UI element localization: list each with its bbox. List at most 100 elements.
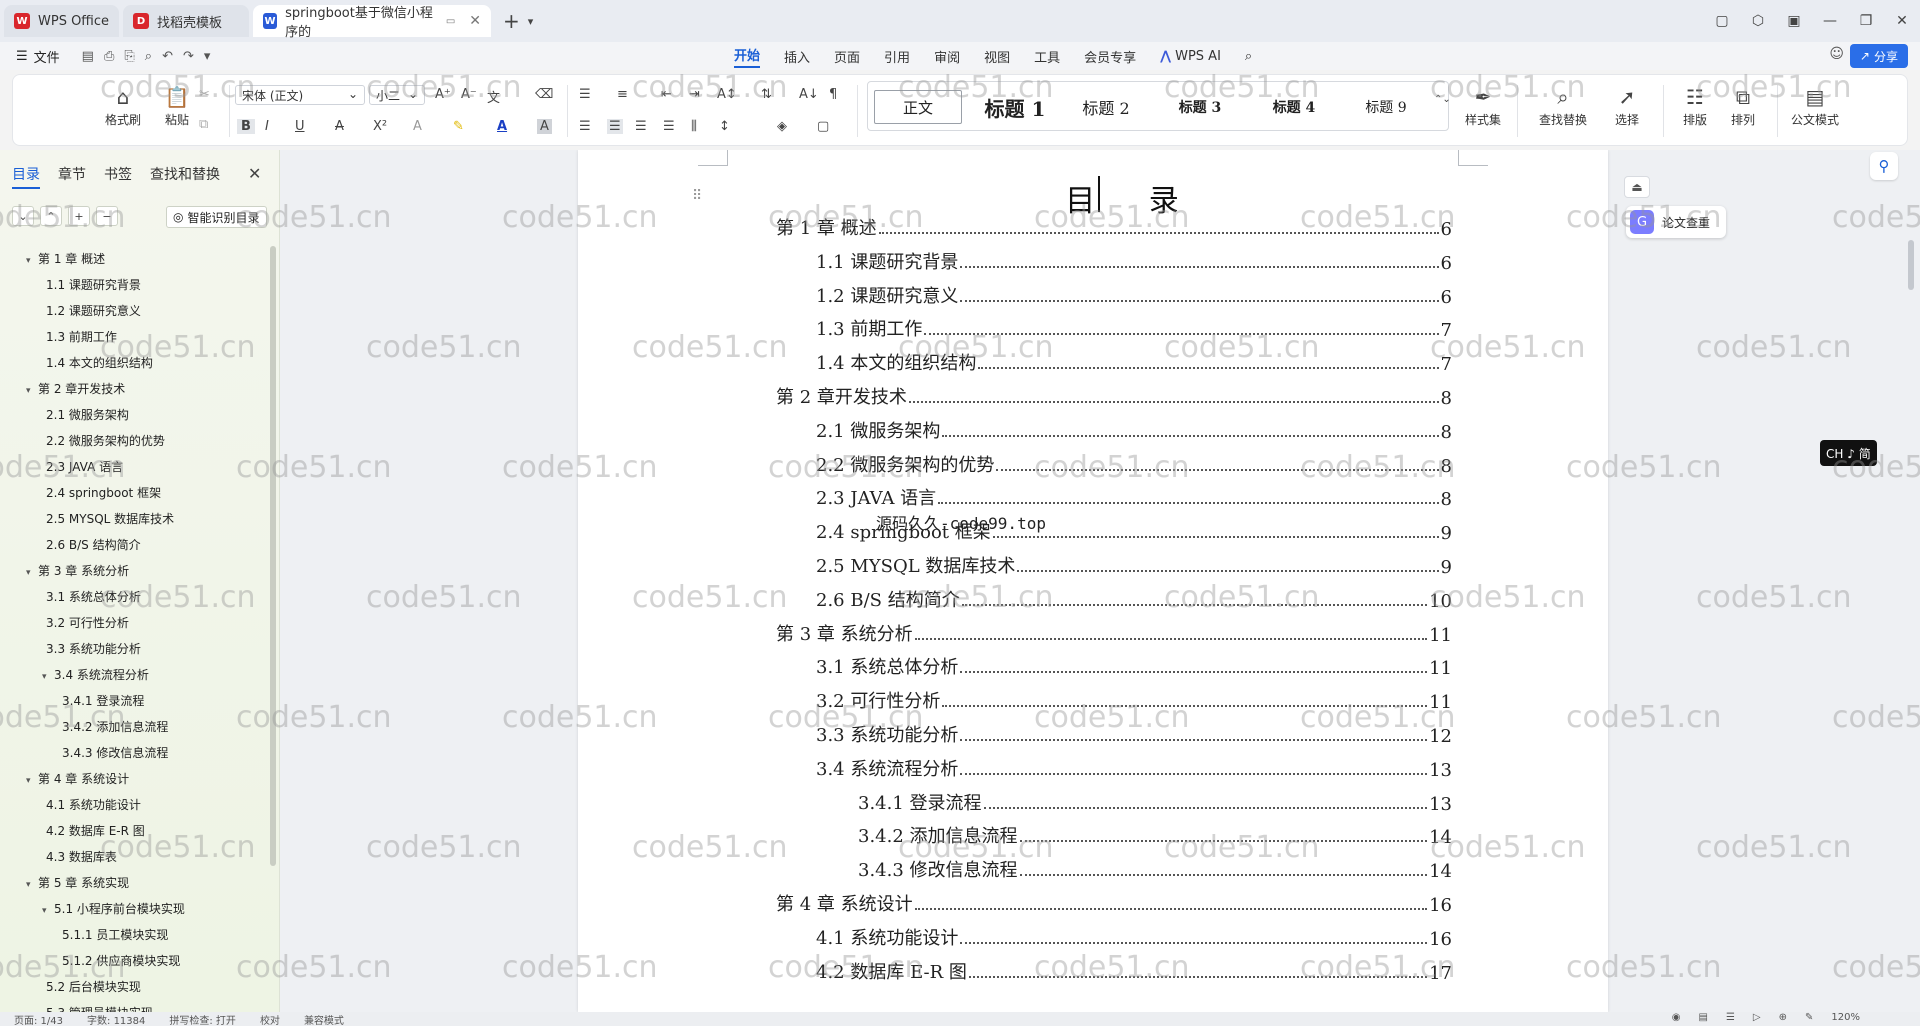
- toc-tree-item[interactable]: ▾ 3.4 系统流程分析: [0, 662, 270, 688]
- collapse-icon[interactable]: ⌄: [12, 206, 34, 226]
- toc-tree-item[interactable]: 2.5 MYSQL 数据库技术: [0, 506, 270, 532]
- chevron-down-icon[interactable]: ▾: [26, 768, 38, 794]
- increase-indent-icon[interactable]: ⇥: [689, 87, 700, 102]
- zoom-level[interactable]: 120%: [1831, 1012, 1860, 1023]
- toc-entry[interactable]: 3.4.2 添加信息流程 14: [858, 814, 1452, 848]
- grow-font-icon[interactable]: A⁺: [435, 87, 451, 102]
- toc-tree-item[interactable]: 3.4.3 修改信息流程: [0, 740, 270, 766]
- toc-tree-item[interactable]: 5.1.1 员工模块实现: [0, 922, 270, 948]
- file-menu[interactable]: ☰ 文件: [16, 47, 60, 66]
- status-words[interactable]: 字数: 11384: [87, 1012, 145, 1026]
- tab-tools[interactable]: 工具: [1034, 47, 1060, 66]
- tab-docer[interactable]: D 找稻壳模板: [123, 5, 250, 37]
- toc-tree-item[interactable]: 1.1 课题研究背景: [0, 272, 270, 298]
- toc-tree-item[interactable]: 3.1 系统总体分析: [0, 584, 270, 610]
- toc-entry[interactable]: 1.4 本文的组织结构 7: [816, 341, 1452, 375]
- select-button[interactable]: ➚ 选择: [1597, 75, 1657, 128]
- style-scroll-icon[interactable]: ⌃⌄: [1434, 94, 1451, 105]
- layout-icon[interactable]: ▢: [1704, 13, 1740, 29]
- tab-member[interactable]: 会员专享: [1084, 47, 1136, 66]
- phonetic-icon[interactable]: 文: [487, 87, 500, 106]
- close-tab-icon[interactable]: ✕: [469, 13, 481, 29]
- toc-entry[interactable]: 4.2 数据库 E-R 图 17: [816, 950, 1452, 984]
- chevron-down-icon[interactable]: ▾: [26, 872, 38, 898]
- style-heading-1[interactable]: 标题 1: [972, 90, 1058, 124]
- chevron-down-icon[interactable]: ▾: [26, 560, 38, 586]
- underline-icon[interactable]: U: [295, 119, 305, 134]
- remove-icon[interactable]: −: [96, 206, 118, 226]
- nav-tab-bookmarks[interactable]: 书签: [104, 164, 132, 189]
- toc-tree-item[interactable]: 2.3 JAVA 语言: [0, 454, 270, 480]
- style-normal[interactable]: 正文: [874, 90, 962, 124]
- play-icon[interactable]: ▷: [1753, 1012, 1761, 1023]
- toc-tree-item[interactable]: ▾ 第 1 章 概述: [0, 246, 270, 272]
- align-left-icon[interactable]: ☰: [579, 119, 591, 134]
- text-direction-icon[interactable]: A↕: [717, 87, 737, 102]
- toc-tree-item[interactable]: ▾ 第 2 章开发技术: [0, 376, 270, 402]
- tab-insert[interactable]: 插入: [784, 47, 810, 66]
- toc-entry[interactable]: 2.6 B/S 结构简介 10: [816, 578, 1452, 612]
- style-heading-3[interactable]: 标题 3: [1158, 90, 1242, 124]
- toc-tree-item[interactable]: ▾ 5.1 小程序前台模块实现: [0, 896, 270, 922]
- restore-icon[interactable]: ❐: [1848, 13, 1884, 29]
- chevron-down-icon[interactable]: ▾: [26, 378, 38, 404]
- smart-toc-button[interactable]: ◎ 智能识别目录: [166, 206, 267, 228]
- tab-view[interactable]: 视图: [984, 47, 1010, 66]
- redo-icon[interactable]: ↷: [183, 49, 194, 64]
- customize-icon[interactable]: ▾: [204, 49, 211, 64]
- web-view-icon[interactable]: ⊕: [1779, 1012, 1787, 1023]
- save-icon[interactable]: ▤: [82, 49, 94, 64]
- toc-entry[interactable]: 3.4 系统流程分析 13: [816, 747, 1452, 781]
- scrollbar[interactable]: [1908, 240, 1914, 290]
- align-right-icon[interactable]: ☰: [635, 119, 647, 134]
- toc-entry[interactable]: 2.2 微服务架构的优势 8: [816, 443, 1452, 477]
- bullet-list-icon[interactable]: ☰: [579, 87, 591, 102]
- toc-entry[interactable]: 3.4.3 修改信息流程 14: [858, 848, 1452, 882]
- toc-entry[interactable]: 第 2 章开发技术 8: [776, 375, 1452, 409]
- toc-entry[interactable]: 2.5 MYSQL 数据库技术 9: [816, 544, 1452, 578]
- toc-tree-item[interactable]: ▾ 第 3 章 系统分析: [0, 558, 270, 584]
- clear-format-icon[interactable]: ⌫: [535, 87, 553, 102]
- italic-icon[interactable]: I: [265, 119, 269, 134]
- superscript-icon[interactable]: X²: [373, 119, 387, 134]
- style-heading-9[interactable]: 标题 9: [1344, 90, 1428, 124]
- toc-entry[interactable]: 2.3 JAVA 语言 8: [816, 476, 1452, 510]
- tab-wps-office[interactable]: W WPS Office: [4, 5, 120, 37]
- toc-entry[interactable]: 1.3 前期工作 7: [816, 307, 1452, 341]
- official-mode-button[interactable]: ▤ 公文模式: [1783, 75, 1847, 128]
- toc-tree-item[interactable]: 4.3 数据库表: [0, 844, 270, 870]
- strikethrough-icon[interactable]: A: [335, 119, 344, 134]
- eye-icon[interactable]: ◉: [1672, 1012, 1681, 1023]
- copy-icon[interactable]: ⧉: [199, 117, 208, 132]
- toc-tree-item[interactable]: 1.2 课题研究意义: [0, 298, 270, 324]
- minimize-icon[interactable]: —: [1812, 13, 1848, 29]
- toc-tree-item[interactable]: 3.2 可行性分析: [0, 610, 270, 636]
- close-icon[interactable]: ✕: [248, 164, 261, 183]
- tab-page[interactable]: 页面: [834, 47, 860, 66]
- toc-tree-item[interactable]: ▾ 第 5 章 系统实现: [0, 870, 270, 896]
- paper-check-button[interactable]: G 论文查重: [1626, 206, 1726, 238]
- style-heading-2[interactable]: 标题 2: [1064, 90, 1148, 124]
- bold-icon[interactable]: B: [237, 119, 255, 134]
- tab-home[interactable]: 开始: [734, 45, 761, 68]
- chevron-down-icon[interactable]: ▾: [528, 15, 534, 28]
- scrollbar[interactable]: [270, 246, 276, 866]
- toc-tree-item[interactable]: 2.6 B/S 结构简介: [0, 532, 270, 558]
- decrease-indent-icon[interactable]: ⇤: [661, 87, 672, 102]
- toc-entry[interactable]: 4.1 系统功能设计 16: [816, 916, 1452, 950]
- toc-entry[interactable]: 3.2 可行性分析 11: [816, 679, 1452, 713]
- document-page[interactable]: ⠿ 目 录 第 1 章 概述 6 1.1 课题研究背景 6 1.2 课题研究意义 6 1.3…: [578, 150, 1608, 1012]
- show-marks-icon[interactable]: ¶: [829, 87, 837, 102]
- shrink-font-icon[interactable]: A⁻: [461, 87, 477, 102]
- chevron-down-icon[interactable]: ▾: [42, 898, 54, 924]
- paste-button[interactable]: 📋 粘贴: [147, 75, 207, 128]
- status-page[interactable]: 页面: 1/43: [14, 1012, 63, 1026]
- toc-tree-item[interactable]: 2.4 springboot 框架: [0, 480, 270, 506]
- align-center-icon[interactable]: ☰: [607, 119, 623, 134]
- toc-tree-item[interactable]: 5.2 后台模块实现: [0, 974, 270, 1000]
- toc-tree-item[interactable]: 3.4.1 登录流程: [0, 688, 270, 714]
- collapse-up-icon[interactable]: ⏏: [1624, 176, 1650, 198]
- new-tab-icon[interactable]: +: [503, 9, 520, 33]
- cube-icon[interactable]: ⬡: [1740, 13, 1776, 29]
- status-proofread[interactable]: 校对: [260, 1012, 280, 1026]
